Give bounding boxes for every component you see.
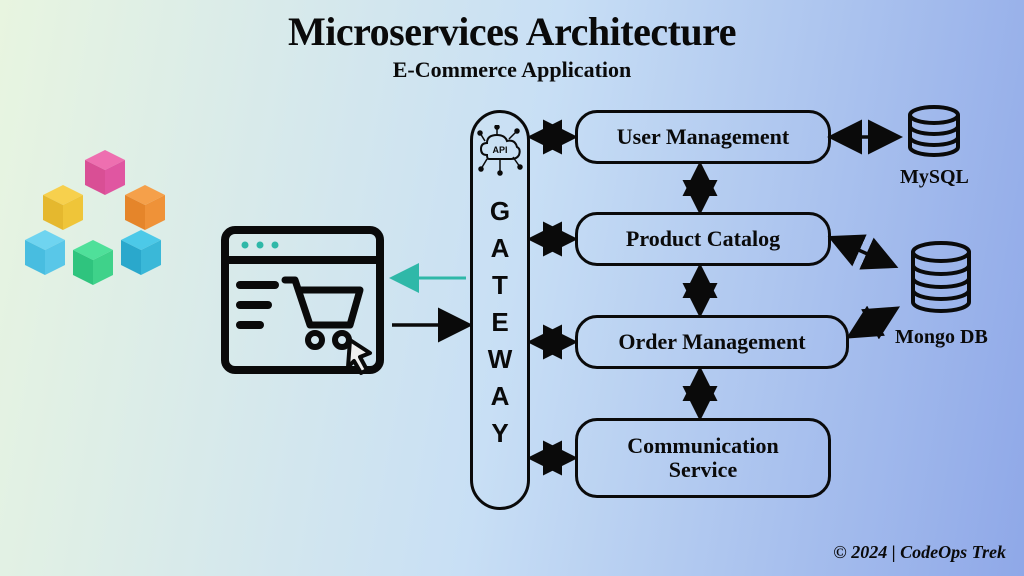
database-mongodb: Mongo DB	[895, 240, 988, 349]
api-cloud-icon: API	[475, 125, 525, 180]
gateway-letter: E	[491, 307, 508, 338]
ecommerce-browser-icon	[220, 225, 390, 380]
gateway-letter: Y	[491, 418, 508, 449]
service-product-catalog: Product Catalog	[575, 212, 831, 266]
footer-credit: © 2024 | CodeOps Trek	[833, 542, 1006, 563]
service-order-management: Order Management	[575, 315, 849, 369]
gateway-label: G A T E W A Y	[488, 196, 513, 449]
database-icon	[906, 240, 976, 320]
database-icon	[904, 105, 964, 160]
gateway-letter: A	[491, 381, 510, 412]
api-label: API	[492, 145, 507, 155]
gateway-letter: A	[491, 233, 510, 264]
database-label: Mongo DB	[895, 326, 988, 349]
cubes-icon	[25, 140, 185, 300]
gateway-letter: G	[490, 196, 510, 227]
gateway-letter: T	[492, 270, 508, 301]
service-user-management: User Management	[575, 110, 831, 164]
database-label: MySQL	[900, 166, 969, 189]
gateway-letter: W	[488, 344, 513, 375]
diagram-subtitle: E-Commerce Application	[0, 57, 1024, 83]
diagram-title: Microservices Architecture	[0, 0, 1024, 55]
api-gateway: API G A T E W A Y	[470, 110, 530, 510]
database-mysql: MySQL	[900, 105, 969, 189]
service-communication: Communication Service	[575, 418, 831, 498]
